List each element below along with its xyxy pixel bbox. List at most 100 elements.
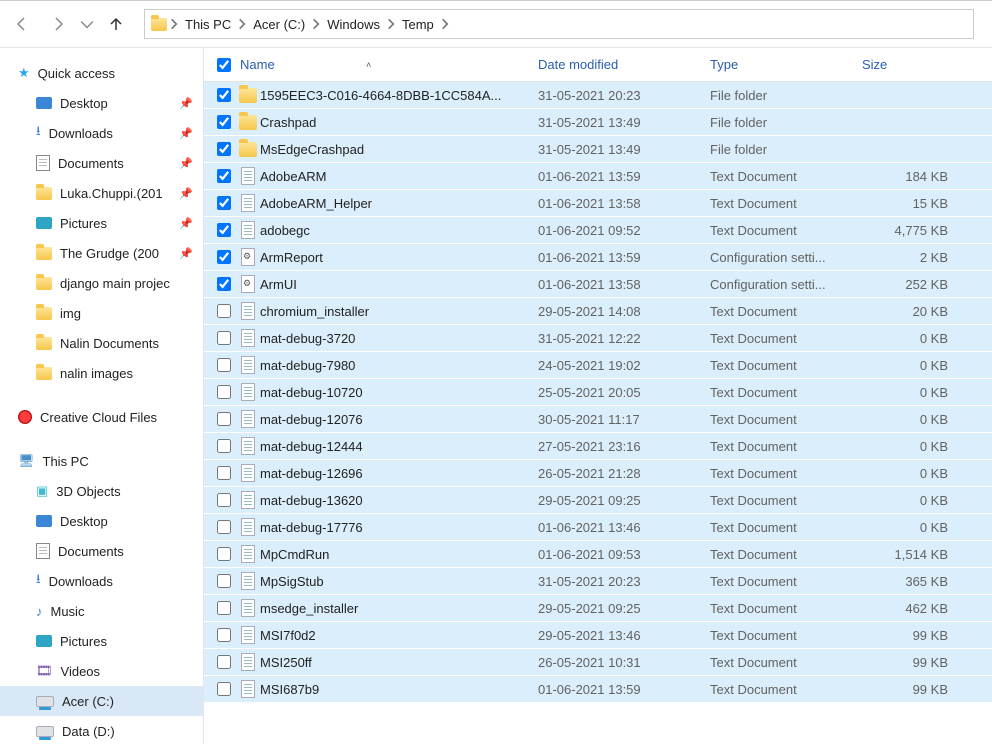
row-checkbox[interactable]: [217, 385, 231, 399]
sidebar-item[interactable]: Documents: [0, 536, 203, 566]
file-row[interactable]: msedge_installer29-05-2021 09:25Text Doc…: [204, 595, 992, 622]
row-checkbox[interactable]: [217, 358, 231, 372]
creative-cloud-item[interactable]: Creative Cloud Files: [0, 402, 203, 432]
sidebar-item[interactable]: Acer (C:): [0, 686, 203, 716]
sidebar-item[interactable]: ♪Music: [0, 596, 203, 626]
file-row[interactable]: mat-debug-1072025-05-2021 20:05Text Docu…: [204, 379, 992, 406]
row-checkbox[interactable]: [217, 682, 231, 696]
row-checkbox[interactable]: [217, 88, 231, 102]
breadcrumb-seg[interactable]: Windows: [323, 17, 384, 32]
sidebar-item[interactable]: Data (D:): [0, 716, 203, 744]
column-header-date[interactable]: Date modified: [538, 57, 710, 72]
file-row[interactable]: MSI7f0d229-05-2021 13:46Text Document99 …: [204, 622, 992, 649]
sidebar-item[interactable]: Pictures: [0, 626, 203, 656]
row-checkbox[interactable]: [217, 574, 231, 588]
text-file-icon: [241, 518, 255, 536]
row-checkbox[interactable]: [217, 250, 231, 264]
file-row[interactable]: mat-debug-1362029-05-2021 09:25Text Docu…: [204, 487, 992, 514]
sidebar-item[interactable]: ▣3D Objects: [0, 476, 203, 506]
file-row[interactable]: AdobeARM01-06-2021 13:59Text Document184…: [204, 163, 992, 190]
file-row[interactable]: ArmUI01-06-2021 13:58Configuration setti…: [204, 271, 992, 298]
file-size: 99 KB: [862, 682, 948, 697]
file-size: 99 KB: [862, 655, 948, 670]
file-row[interactable]: mat-debug-1777601-06-2021 13:46Text Docu…: [204, 514, 992, 541]
row-checkbox[interactable]: [217, 196, 231, 210]
sidebar-item[interactable]: The Grudge (200📌: [0, 238, 203, 268]
file-row[interactable]: adobegc01-06-2021 09:52Text Document4,77…: [204, 217, 992, 244]
sidebar-item[interactable]: Desktop: [0, 506, 203, 536]
sidebar-item[interactable]: Desktop📌: [0, 88, 203, 118]
sidebar-item[interactable]: Pictures📌: [0, 208, 203, 238]
row-checkbox[interactable]: [217, 169, 231, 183]
file-row[interactable]: MSI687b901-06-2021 13:59Text Document99 …: [204, 676, 992, 703]
file-row[interactable]: mat-debug-1269626-05-2021 21:28Text Docu…: [204, 460, 992, 487]
file-type: Configuration setti...: [710, 250, 862, 265]
row-checkbox[interactable]: [217, 142, 231, 156]
sidebar-item[interactable]: Documents📌: [0, 148, 203, 178]
desk-icon: [36, 515, 52, 527]
row-checkbox[interactable]: [217, 601, 231, 615]
file-row[interactable]: ArmReport01-06-2021 13:59Configuration s…: [204, 244, 992, 271]
select-all-checkbox[interactable]: [217, 58, 231, 72]
row-checkbox[interactable]: [217, 628, 231, 642]
row-checkbox[interactable]: [217, 466, 231, 480]
column-header-type[interactable]: Type: [710, 57, 862, 72]
file-row[interactable]: mat-debug-1244427-05-2021 23:16Text Docu…: [204, 433, 992, 460]
row-checkbox[interactable]: [217, 331, 231, 345]
breadcrumb-seg[interactable]: This PC: [181, 17, 235, 32]
star-icon: ★: [18, 65, 30, 81]
folder-icon: [239, 88, 257, 103]
video-icon: 🎞: [36, 663, 53, 679]
row-checkbox[interactable]: [217, 277, 231, 291]
file-row[interactable]: MpSigStub31-05-2021 20:23Text Document36…: [204, 568, 992, 595]
breadcrumb-bar[interactable]: This PC Acer (C:) Windows Temp: [144, 9, 974, 39]
sidebar-item[interactable]: Luka.Chuppi.(201📌: [0, 178, 203, 208]
row-checkbox[interactable]: [217, 520, 231, 534]
sidebar-item-label: Luka.Chuppi.(201: [60, 186, 163, 201]
file-size: 0 KB: [862, 466, 948, 481]
file-name: mat-debug-7980: [260, 358, 538, 373]
row-checkbox[interactable]: [217, 304, 231, 318]
file-row[interactable]: 1595EEC3-C016-4664-8DBB-1CC584A...31-05-…: [204, 82, 992, 109]
file-row[interactable]: Crashpad31-05-2021 13:49File folder: [204, 109, 992, 136]
row-checkbox[interactable]: [217, 439, 231, 453]
file-row[interactable]: chromium_installer29-05-2021 14:08Text D…: [204, 298, 992, 325]
file-row[interactable]: MsEdgeCrashpad31-05-2021 13:49File folde…: [204, 136, 992, 163]
nav-forward-button[interactable]: [44, 10, 72, 38]
sidebar-item[interactable]: nalin images: [0, 358, 203, 388]
column-header-size[interactable]: Size: [862, 57, 950, 72]
sidebar-item[interactable]: ⭳Downloads📌: [0, 118, 203, 148]
nav-recent-button[interactable]: [80, 10, 94, 38]
row-checkbox[interactable]: [217, 223, 231, 237]
sidebar-item[interactable]: img: [0, 298, 203, 328]
file-row[interactable]: MSI250ff26-05-2021 10:31Text Document99 …: [204, 649, 992, 676]
file-size: 252 KB: [862, 277, 948, 292]
sidebar-item[interactable]: Nalin Documents: [0, 328, 203, 358]
sidebar-item[interactable]: ⭳Downloads: [0, 566, 203, 596]
nav-up-button[interactable]: [102, 10, 130, 38]
file-size: 0 KB: [862, 358, 948, 373]
row-checkbox[interactable]: [217, 412, 231, 426]
sidebar-item[interactable]: 🎞Videos: [0, 656, 203, 686]
row-checkbox[interactable]: [217, 655, 231, 669]
breadcrumb-seg[interactable]: Temp: [398, 17, 438, 32]
pin-icon: 📌: [179, 97, 193, 110]
nav-back-button[interactable]: [8, 10, 36, 38]
file-row[interactable]: MpCmdRun01-06-2021 09:53Text Document1,5…: [204, 541, 992, 568]
file-row[interactable]: mat-debug-1207630-05-2021 11:17Text Docu…: [204, 406, 992, 433]
sidebar-item[interactable]: django main projec: [0, 268, 203, 298]
row-checkbox[interactable]: [217, 115, 231, 129]
file-row[interactable]: mat-debug-372031-05-2021 12:22Text Docum…: [204, 325, 992, 352]
drive-icon: [36, 726, 54, 737]
file-row[interactable]: mat-debug-798024-05-2021 19:02Text Docum…: [204, 352, 992, 379]
row-checkbox[interactable]: [217, 547, 231, 561]
file-row[interactable]: AdobeARM_Helper01-06-2021 13:58Text Docu…: [204, 190, 992, 217]
quick-access-header[interactable]: ★ Quick access: [0, 58, 203, 88]
file-type: Configuration setti...: [710, 277, 862, 292]
breadcrumb-seg[interactable]: Acer (C:): [249, 17, 309, 32]
column-header-name[interactable]: Name ˄: [236, 57, 538, 72]
row-checkbox[interactable]: [217, 493, 231, 507]
this-pc-header[interactable]: 🖥 This PC: [0, 446, 203, 476]
file-type: Text Document: [710, 520, 862, 535]
file-type: Text Document: [710, 169, 862, 184]
